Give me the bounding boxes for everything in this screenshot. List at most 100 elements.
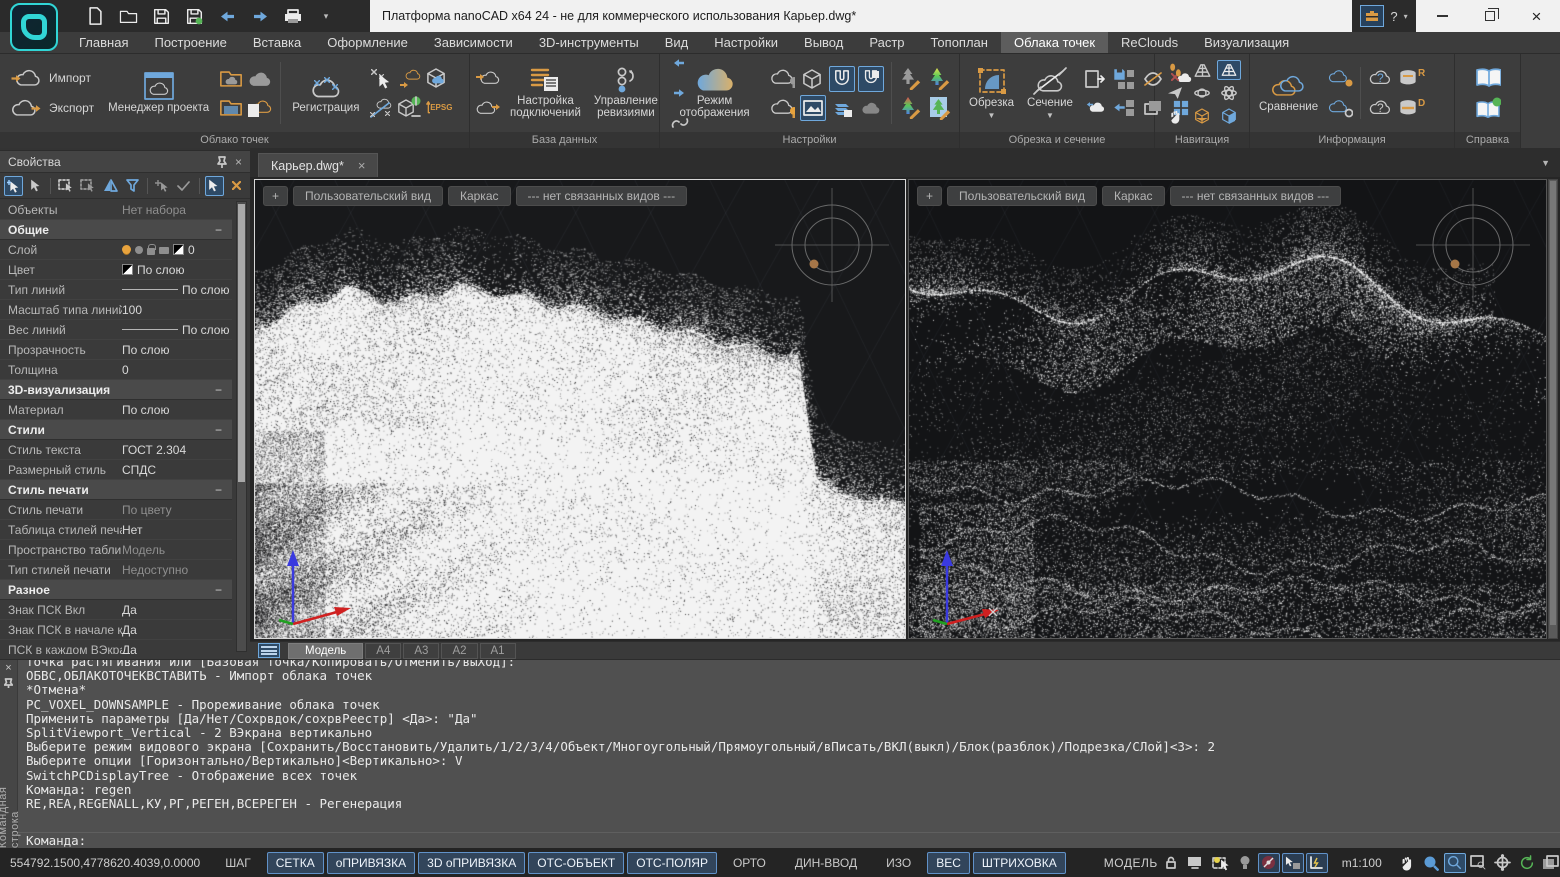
switch-layout-icon[interactable] [1540,853,1560,873]
command-input[interactable]: Команда: [18,832,1560,848]
menu-tab-Топоплан[interactable]: Топоплан [918,32,1001,53]
crop-button[interactable]: Обрезка▼ [965,66,1018,120]
cloud-folder-icon[interactable] [218,66,244,92]
undo-icon[interactable] [216,5,238,27]
viewport-right[interactable]: +Пользовательский видКаркас--- нет связа… [908,179,1547,639]
save-icon[interactable] [150,5,172,27]
viewport-control-Каркас[interactable]: Каркас [448,186,511,206]
add-selection-tool[interactable] [153,176,172,196]
compare-button[interactable]: Сравнение [1255,72,1322,115]
printer-icon[interactable] [159,247,169,254]
constraints-icon[interactable] [1217,83,1241,103]
flip-select-tool[interactable] [101,176,120,196]
compare-added-icon[interactable] [1327,65,1353,91]
status-toggle-3D оПРИВЯЗКА[interactable]: 3D оПРИВЯЗКА [418,852,525,874]
export-button[interactable]: Экспорт [5,95,99,121]
property-value[interactable]: Модель [122,543,232,557]
status-toggle-ШТРИХОВКА[interactable]: ШТРИХОВКА [973,852,1066,874]
color-swatch[interactable] [173,244,184,255]
viewport-control---- нет связанных видов ---[interactable]: --- нет связанных видов --- [1170,186,1342,206]
model-space-label[interactable]: МОДЕЛЬ [1104,856,1158,870]
close-panel-icon[interactable]: × [235,155,242,169]
status-toggle-ИЗО[interactable]: ИЗО [878,853,919,873]
layout-tab-A1[interactable]: A1 [480,643,516,659]
select-tool[interactable] [26,176,45,196]
document-tab[interactable]: Карьер.dwg* × [258,153,378,177]
help-dropdown-icon[interactable]: ▾ [1404,12,1408,21]
status-toggle-ОРТО[interactable]: ОРТО [725,853,774,873]
property-value[interactable]: Да [122,603,232,617]
menu-tab-Визуализация[interactable]: Визуализация [1191,32,1302,53]
cloud-info-icon[interactable]: ? [1368,65,1394,91]
colorize-gradient-icon[interactable] [899,95,925,121]
menu-tab-Вставка[interactable]: Вставка [240,32,314,53]
colorize-spectrum-icon[interactable] [928,66,954,92]
restore-clip-icon[interactable] [1111,95,1137,121]
magnet-snap2-icon[interactable] [858,66,884,92]
collapse-icon[interactable]: − [215,483,232,497]
annotation-scale-value[interactable]: m1:100 [1342,856,1382,870]
cloud-sheet-icon[interactable] [247,95,273,121]
status-toggle-ВЕС[interactable]: ВЕС [927,852,970,874]
status-toggle-ОТС-ОБЪЕКТ[interactable]: ОТС-ОБЪЕКТ [528,852,624,874]
menu-tab-Зависимости[interactable]: Зависимости [421,32,526,53]
property-value[interactable]: Да [122,643,232,655]
property-value[interactable]: По слою [122,403,232,417]
print-icon[interactable] [282,5,304,27]
regen-auto-icon[interactable] [1516,853,1538,873]
colorize-single-icon[interactable] [899,66,925,92]
redo-icon[interactable] [249,5,271,27]
display-mode-button[interactable]: Режим отображения [665,66,764,121]
select-add-tool[interactable] [4,176,23,196]
collapse-icon[interactable]: − [215,583,232,597]
pan-icon[interactable] [1396,853,1418,873]
halftone-cloud2-icon[interactable] [858,95,884,121]
lock-ui-icon[interactable] [1160,853,1182,873]
clear-selection-tool[interactable] [227,176,246,196]
property-value[interactable]: По слою [122,263,232,277]
property-value[interactable]: Да [122,623,232,637]
collapse-icon[interactable]: − [215,223,232,237]
navigation-compass[interactable] [1414,186,1532,304]
annotation-visibility-icon[interactable] [1258,853,1280,873]
property-value[interactable]: По слою [122,323,232,337]
workspace-icon[interactable] [1360,5,1384,27]
close-command-icon[interactable]: × [5,663,11,674]
nanocad-logo[interactable] [10,3,58,51]
db-data-icon[interactable]: D [1399,95,1425,121]
properties-scrollbar[interactable] [236,201,247,652]
cube-blue-icon[interactable] [1217,106,1241,126]
filter-tool[interactable] [123,176,142,196]
layout-tab-A4[interactable]: A4 [365,643,401,659]
sun-icon[interactable] [135,246,143,254]
layout-tab-Модель[interactable]: Модель [288,643,363,659]
bulb-icon[interactable] [122,245,131,254]
cloud-lamp-off-icon[interactable] [769,65,795,91]
pan-hand-icon[interactable] [1163,106,1187,126]
property-value[interactable]: По слою [122,343,232,357]
epsg-button[interactable]: EPSG [426,95,452,121]
document-tab-close-icon[interactable]: × [358,158,366,173]
registration-button[interactable]: Регистрация [288,71,363,116]
layout-tab-A3[interactable]: A3 [403,643,439,659]
cube-cloud-icon[interactable] [426,66,452,92]
help-book-icon[interactable] [1475,65,1501,91]
menu-tab-Облака точек[interactable]: Облака точек [1001,32,1108,53]
menu-tab-ReClouds[interactable]: ReClouds [1108,32,1191,53]
section-button[interactable]: Сечение▼ [1023,66,1077,120]
zoom-icon[interactable] [1420,853,1442,873]
pick-points-icon[interactable] [368,66,394,92]
zoom-window-icon[interactable] [1468,853,1490,873]
rect-select-tool[interactable] [56,176,75,196]
viewport-control---- нет связанных видов ---[interactable]: --- нет связанных видов --- [516,186,688,206]
revision-manager-button[interactable]: Управление ревизиями [590,66,662,121]
pin-icon[interactable] [217,156,227,168]
fly-icon[interactable] [1163,83,1187,103]
image-frame-icon[interactable] [800,95,826,121]
property-value[interactable]: 100 [122,303,232,317]
viewport-control-plus[interactable]: + [263,186,288,206]
halftone-cloud-icon[interactable] [247,66,273,92]
walk-icon[interactable] [1163,60,1187,80]
property-value[interactable]: По цвету [122,503,232,517]
property-value[interactable]: СПДС [122,463,232,477]
